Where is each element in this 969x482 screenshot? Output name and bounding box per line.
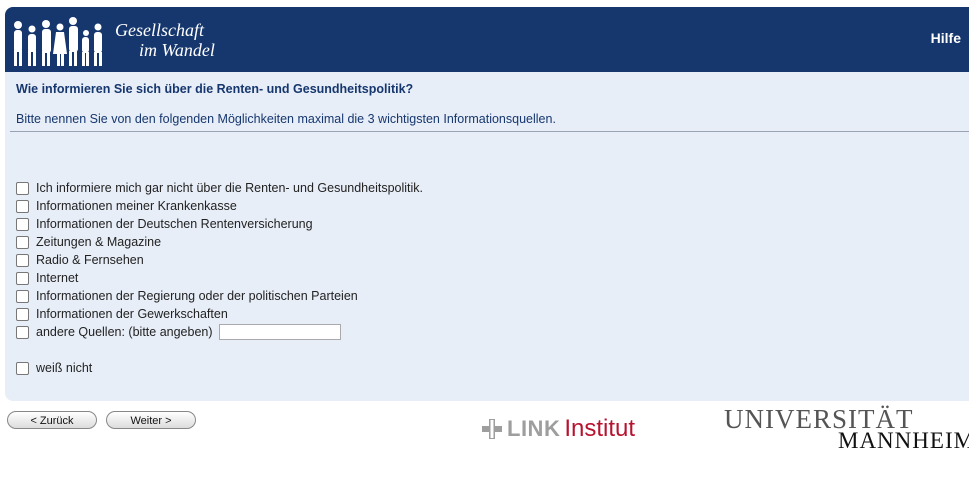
option-radio-tv[interactable]: Radio & Fernsehen <box>16 251 423 269</box>
option-pension-insurance[interactable]: Informationen der Deutschen Rentenversic… <box>16 215 423 233</box>
logo-text: Gesellschaft im Wandel <box>115 20 215 60</box>
option-health-insurer[interactable]: Informationen meiner Krankenkasse <box>16 197 423 215</box>
other-sources-input[interactable] <box>218 324 341 340</box>
checkbox[interactable] <box>16 217 29 231</box>
university-line-2: MANNHEIM <box>838 428 969 453</box>
checkbox[interactable] <box>16 361 29 375</box>
header-bar: Gesellschaft im Wandel Hilfe <box>5 7 969 72</box>
checkbox[interactable] <box>16 181 29 195</box>
option-label: Internet <box>36 271 79 285</box>
link-cross-icon <box>482 419 502 439</box>
link-word: LINK <box>507 416 561 441</box>
option-label: Zeitungen & Magazine <box>36 235 162 249</box>
option-label: Informationen meiner Krankenkasse <box>36 199 237 213</box>
people-silhouette-logo-icon <box>14 17 102 66</box>
divider <box>10 131 969 132</box>
question-instruction: Bitte nennen Sie von den folgenden Mögli… <box>16 112 556 126</box>
option-unions[interactable]: Informationen der Gewerkschaften <box>16 305 423 323</box>
back-button[interactable]: < Zurück <box>7 411 97 429</box>
checkbox[interactable] <box>16 325 29 339</box>
option-label: Radio & Fernsehen <box>36 253 144 267</box>
help-link[interactable]: Hilfe <box>931 30 961 46</box>
question-title: Wie informieren Sie sich über die Renten… <box>16 82 414 96</box>
next-button[interactable]: Weiter > <box>106 411 196 429</box>
option-label: Ich informiere mich gar nicht über die R… <box>36 181 424 195</box>
institut-word: Institut <box>564 415 636 442</box>
checkbox[interactable] <box>16 289 29 303</box>
checkbox[interactable] <box>16 235 29 249</box>
options-list: Ich informiere mich gar nicht über die R… <box>16 179 423 377</box>
option-label: andere Quellen: (bitte angeben) <box>36 325 213 339</box>
option-not-informed[interactable]: Ich informiere mich gar nicht über die R… <box>16 179 423 197</box>
option-government-parties[interactable]: Informationen der Regierung oder der pol… <box>16 287 423 305</box>
checkbox[interactable] <box>16 199 29 213</box>
option-label: weiß nicht <box>36 361 93 375</box>
survey-frame: Gesellschaft im Wandel Hilfe Wie informi… <box>5 7 969 401</box>
option-label: Informationen der Deutschen Rentenversic… <box>36 217 313 231</box>
logo-line-2: im Wandel <box>139 40 215 60</box>
option-internet[interactable]: Internet <box>16 269 423 287</box>
option-label: Informationen der Gewerkschaften <box>36 307 228 321</box>
link-institut-logo: LINK Institut <box>482 414 635 444</box>
checkbox[interactable] <box>16 307 29 321</box>
option-newspapers[interactable]: Zeitungen & Magazine <box>16 233 423 251</box>
option-other-sources[interactable]: andere Quellen: (bitte angeben) <box>16 323 423 341</box>
logo-line-1: Gesellschaft <box>115 20 204 40</box>
option-dont-know[interactable]: weiß nicht <box>16 359 423 377</box>
checkbox[interactable] <box>16 253 29 267</box>
option-label: Informationen der Regierung oder der pol… <box>36 289 358 303</box>
checkbox[interactable] <box>16 271 29 285</box>
